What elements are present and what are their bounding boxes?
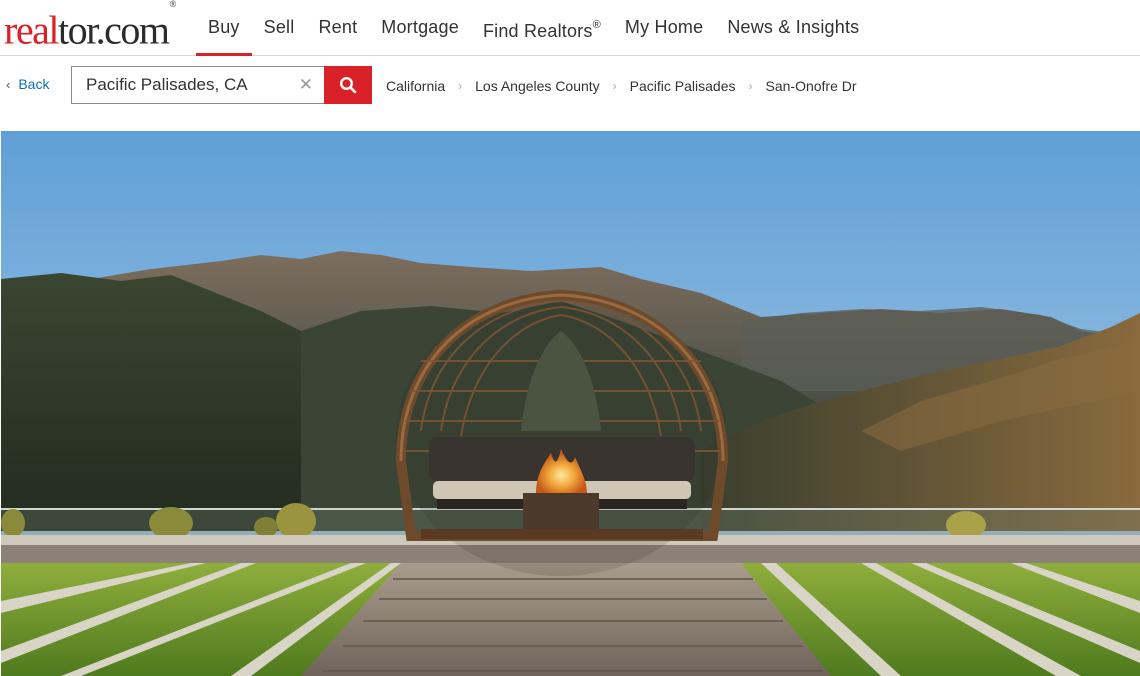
logo-text-dark: tor.com	[57, 7, 170, 53]
logo-text-red: real	[4, 7, 59, 53]
chevron-right-icon: ›	[458, 79, 463, 93]
chevron-left-icon: ‹	[6, 76, 11, 92]
search-button[interactable]	[324, 66, 372, 104]
breadcrumb-item-street: San-Onofre Dr	[765, 78, 857, 94]
breadcrumb-item-city[interactable]: Pacific Palisades	[630, 78, 736, 94]
logo-registered-mark: ®	[169, 0, 177, 9]
back-label: Back	[18, 76, 50, 92]
search-input[interactable]	[86, 67, 291, 103]
nav-item-buy[interactable]: Buy	[196, 0, 252, 56]
nav-item-find-realtors[interactable]: Find Realtors®	[471, 0, 613, 56]
realtor-logo[interactable]: realtor.com®	[4, 0, 176, 53]
breadcrumb: California › Los Angeles County › Pacifi…	[386, 78, 857, 94]
breadcrumb-item-county[interactable]: Los Angeles County	[475, 78, 600, 94]
nav-item-mortgage[interactable]: Mortgage	[369, 0, 471, 56]
chevron-right-icon: ›	[748, 79, 753, 93]
back-link[interactable]: ‹ Back	[6, 76, 49, 92]
nav-item-rent[interactable]: Rent	[306, 0, 369, 56]
nav-item-my-home[interactable]: My Home	[613, 0, 715, 56]
chevron-right-icon: ›	[612, 79, 617, 93]
main-nav: Buy Sell Rent Mortgage Find Realtors® My…	[196, 0, 871, 56]
search-icon	[339, 76, 357, 94]
nav-item-news-insights[interactable]: News & Insights	[715, 0, 871, 56]
top-navigation: realtor.com® Buy Sell Rent Mortgage Find…	[0, 0, 1140, 56]
hero-photo-illustration	[1, 131, 1140, 676]
search-box: ✕	[71, 66, 325, 104]
listing-hero-photo[interactable]	[1, 131, 1140, 676]
registered-mark: ®	[592, 19, 601, 31]
breadcrumb-item-state[interactable]: California	[386, 78, 445, 94]
close-icon[interactable]: ✕	[299, 76, 313, 94]
nav-item-sell[interactable]: Sell	[252, 0, 307, 56]
